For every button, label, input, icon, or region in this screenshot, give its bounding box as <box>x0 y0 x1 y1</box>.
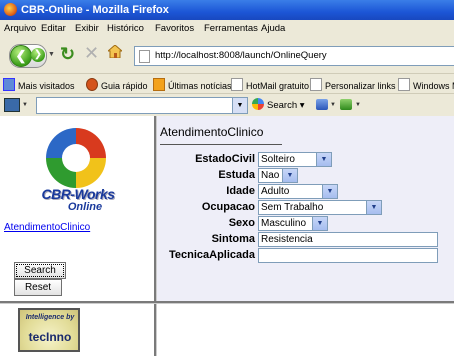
bookmark-firefox-icon <box>86 78 98 91</box>
menu-historico[interactable]: Histórico <box>107 23 144 34</box>
estuda-label: Estuda <box>218 169 255 181</box>
form-title-rule <box>160 144 282 145</box>
reset-button[interactable]: Reset <box>14 279 62 296</box>
menu-bar: Arquivo Editar Exibir Histórico Favorito… <box>0 20 454 38</box>
url-text: http://localhost:8008/launch/OnlineQuery <box>155 50 327 61</box>
menu-ferramentas[interactable]: Ferramentas <box>204 23 258 34</box>
estadocivil-select[interactable]: Solteiro ▼ <box>258 152 332 167</box>
tecinno-badge: Intelligence by tecInno <box>18 308 80 352</box>
bookmarks-toolbar: Mais visitados Guia rápido Últimas notíc… <box>0 73 454 94</box>
forward-icon[interactable]: ❯ <box>31 48 45 62</box>
badge-top-text: Intelligence by <box>25 314 75 321</box>
search-toolbar: ▼ ▼ Search ▾ ▼ ▼ <box>0 93 454 117</box>
toolbar-extension-icon[interactable] <box>316 99 328 110</box>
menu-editar[interactable]: Editar <box>41 23 66 34</box>
reload-icon[interactable]: ↻ <box>60 44 75 65</box>
toolbar-app-icon[interactable] <box>4 98 20 112</box>
estuda-select[interactable]: Nao ▼ <box>258 168 298 183</box>
menu-arquivo[interactable]: Arquivo <box>4 23 36 34</box>
menu-ajuda[interactable]: Ajuda <box>261 23 285 34</box>
frame-divider-horizontal[interactable] <box>0 301 454 304</box>
home-icon[interactable] <box>108 45 122 58</box>
bookmark-ultimas-noticias[interactable]: Últimas notícias <box>153 78 232 91</box>
page-icon <box>310 78 322 91</box>
bookmark-hotmail[interactable]: HotMail gratuito <box>231 78 309 91</box>
menu-exibir[interactable]: Exibir <box>75 23 99 34</box>
chevron-down-icon[interactable]: ▼ <box>22 102 28 108</box>
cbr-works-logo: CBR-Works Online <box>28 124 128 224</box>
chevron-down-icon[interactable]: ▼ <box>232 98 247 113</box>
page-content: CBR-Works Online AtendimentoClinico Sear… <box>0 116 454 356</box>
chevron-down-icon[interactable]: ▼ <box>355 102 361 108</box>
frame-divider-vertical[interactable] <box>154 116 157 356</box>
sexo-label: Sexo <box>228 217 255 229</box>
history-dropdown-icon[interactable]: ▼ <box>48 51 55 58</box>
logo-subtitle: Online <box>67 201 103 213</box>
chevron-down-icon[interactable]: ▼ <box>330 102 336 108</box>
chevron-down-icon[interactable]: ▼ <box>322 185 337 198</box>
rss-icon <box>153 78 165 91</box>
window-title: CBR-Online - Mozilla Firefox <box>21 4 169 16</box>
navigation-toolbar: ❮ ❯ ▼ ↻ ✕ http://localhost:8008/launch/O… <box>0 37 454 73</box>
page-icon <box>139 50 150 63</box>
atendimento-clinico-link[interactable]: AtendimentoClinico <box>4 222 90 233</box>
form-title: AtendimentoClinico <box>160 125 264 139</box>
search-button[interactable]: Search <box>14 262 66 279</box>
sexo-select[interactable]: Masculino ▼ <box>258 216 328 231</box>
tecnicaaplicada-input[interactable] <box>258 248 438 263</box>
ocupacao-select[interactable]: Sem Trabalho ▼ <box>258 200 382 215</box>
back-icon[interactable]: ❮ <box>10 45 32 67</box>
page-icon <box>231 78 243 91</box>
sintoma-input[interactable]: Resistencia <box>258 232 438 247</box>
menu-favoritos[interactable]: Favoritos <box>155 23 194 34</box>
ocupacao-label: Ocupacao <box>201 201 255 213</box>
chevron-down-icon[interactable]: ▼ <box>366 201 381 214</box>
firefox-icon <box>4 3 17 16</box>
idade-label: Idade <box>226 185 255 197</box>
tecnicaaplicada-label: TecnicaAplicada <box>169 249 255 261</box>
stop-icon[interactable]: ✕ <box>84 43 99 64</box>
badge-bottom-text: tecInno <box>28 330 72 344</box>
url-bar[interactable]: http://localhost:8008/launch/OnlineQuery <box>134 46 454 66</box>
bookmark-windows[interactable]: Windows M <box>398 78 454 91</box>
chevron-down-icon[interactable]: ▼ <box>316 153 331 166</box>
google-icon <box>252 98 264 110</box>
sintoma-label: Sintoma <box>211 233 255 245</box>
page-icon <box>398 78 410 91</box>
estadocivil-label: EstadoCivil <box>195 153 255 165</box>
logo-title: CBR-Works <box>41 186 115 202</box>
toolbar-search-input[interactable]: ▼ <box>36 97 248 114</box>
bookmark-guia-rapido[interactable]: Guia rápido <box>86 78 148 91</box>
idade-select[interactable]: Adulto ▼ <box>258 184 338 199</box>
bookmark-personalizar-links[interactable]: Personalizar links <box>310 78 396 91</box>
bookmark-mais-visitados[interactable]: Mais visitados <box>3 78 75 91</box>
toolbar-search-button[interactable]: Search ▾ <box>252 98 305 111</box>
window-titlebar: CBR-Online - Mozilla Firefox <box>0 0 454 20</box>
chevron-down-icon[interactable]: ▼ <box>312 217 327 230</box>
chevron-down-icon[interactable]: ▼ <box>282 169 297 182</box>
bookmark-folder-icon <box>3 78 15 91</box>
toolbar-extension-icon[interactable] <box>340 99 352 110</box>
